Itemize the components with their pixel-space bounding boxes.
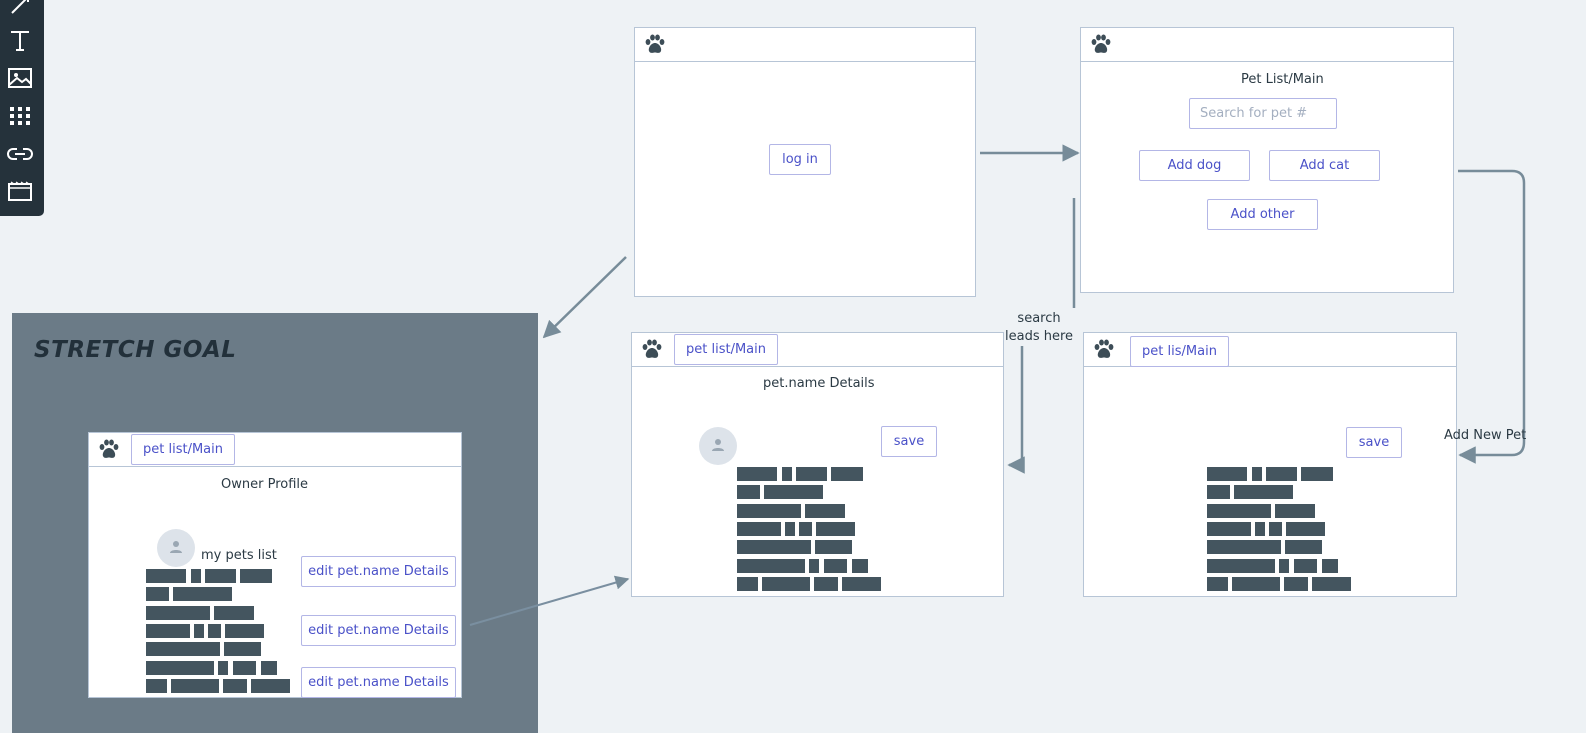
paw-logo-icon <box>99 439 119 458</box>
pet-details-placeholder-text <box>737 467 887 597</box>
login-screen-frame[interactable]: log in <box>634 27 976 297</box>
frame-header <box>635 28 975 62</box>
pet-avatar <box>699 427 737 465</box>
pet-details-title: pet.name Details <box>763 376 875 391</box>
owner-avatar <box>157 529 195 567</box>
add-cat-button[interactable]: Add cat <box>1269 150 1380 181</box>
add-dog-button[interactable]: Add dog <box>1139 150 1250 181</box>
edit-pet-details-button[interactable]: edit pet.name Details <box>301 556 456 587</box>
edit-pet-details-button[interactable]: edit pet.name Details <box>301 667 456 698</box>
annotation-line: leads here <box>1005 329 1074 344</box>
grid-icon[interactable] <box>6 103 34 129</box>
frame-header <box>1081 28 1453 62</box>
save-button[interactable]: save <box>1346 427 1402 458</box>
frame-header: pet list/Main <box>632 333 1003 367</box>
list-to-new-pet-arrow <box>1458 169 1526 464</box>
login-button[interactable]: log in <box>769 144 831 175</box>
pet-list-nav-button[interactable]: pet list/Main <box>674 334 778 365</box>
search-to-details-arrow <box>1007 346 1025 474</box>
frame-header: pet list/Main <box>89 433 461 467</box>
new-pet-placeholder-text <box>1207 467 1357 597</box>
edit-pet-details-button[interactable]: edit pet.name Details <box>301 615 456 646</box>
drawing-toolbar <box>0 0 44 216</box>
pet-list-nav-button[interactable]: pet list/Main <box>131 434 235 465</box>
person-icon <box>170 541 182 553</box>
link-icon[interactable] <box>6 141 34 167</box>
stretch-goal-title: STRETCH GOAL <box>34 337 237 363</box>
search-leads-here-annotation: search leads here <box>1005 310 1073 346</box>
paw-logo-icon <box>1091 34 1111 53</box>
new-pet-screen-frame[interactable]: pet lis/Main save <box>1083 332 1457 597</box>
my-pets-list-label: my pets list <box>201 548 277 563</box>
pets-list-placeholder-text <box>146 569 296 699</box>
annotation-line: search <box>1017 311 1061 326</box>
text-icon[interactable] <box>6 27 34 53</box>
owner-profile-screen-frame[interactable]: pet list/Main Owner Profile my pets list… <box>88 432 462 698</box>
save-button[interactable]: save <box>881 426 937 457</box>
frame-header: pet lis/Main <box>1084 333 1456 367</box>
pet-list-title: Pet List/Main <box>1241 72 1324 87</box>
paw-logo-icon <box>1094 339 1114 358</box>
image-icon[interactable] <box>6 65 34 91</box>
pet-details-screen-frame[interactable]: pet list/Main pet.name Details save <box>631 332 1004 597</box>
person-icon <box>712 439 724 451</box>
paw-logo-icon <box>645 34 665 53</box>
frame-icon[interactable] <box>6 178 34 204</box>
owner-profile-title: Owner Profile <box>221 477 309 492</box>
pet-list-nav-button[interactable]: pet lis/Main <box>1130 336 1229 367</box>
add-other-button[interactable]: Add other <box>1207 199 1318 230</box>
pet-list-screen-frame[interactable]: Pet List/Main Add dog Add cat Add other <box>1080 27 1454 293</box>
pet-search-input[interactable] <box>1189 98 1337 129</box>
paw-logo-icon <box>642 339 662 358</box>
add-new-pet-annotation: Add New Pet <box>1444 428 1527 443</box>
login-to-profile-arrow <box>542 256 627 339</box>
pen-icon[interactable] <box>6 0 34 21</box>
